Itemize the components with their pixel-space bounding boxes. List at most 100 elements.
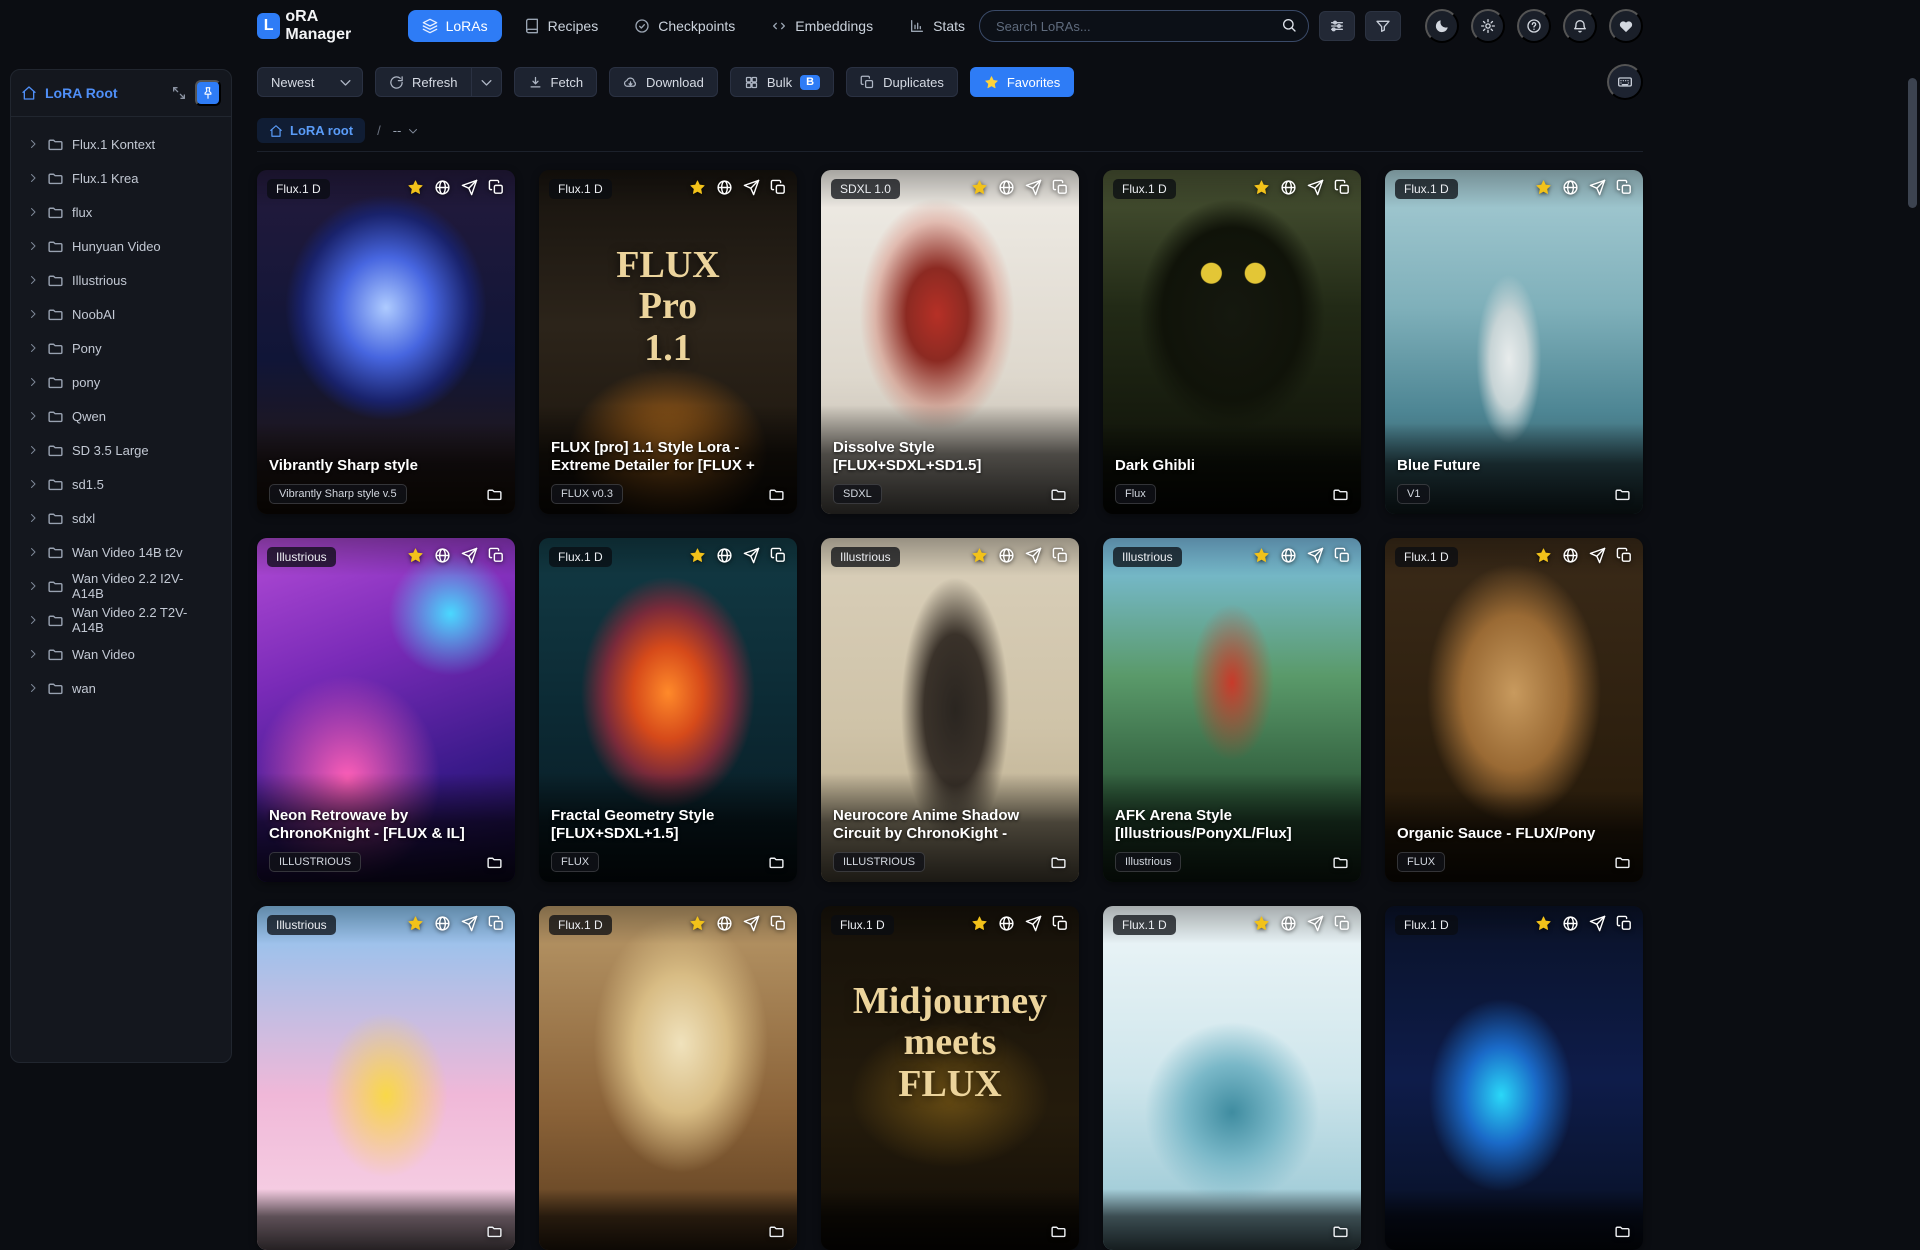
folder-icon[interactable] bbox=[768, 854, 785, 871]
folder-icon[interactable] bbox=[768, 1223, 785, 1240]
copy-icon[interactable] bbox=[1616, 179, 1633, 196]
folder-icon[interactable] bbox=[486, 854, 503, 871]
send-icon[interactable] bbox=[1589, 547, 1606, 564]
favorite-star-icon[interactable] bbox=[407, 547, 424, 564]
copy-icon[interactable] bbox=[1334, 179, 1351, 196]
lora-card[interactable]: Flux.1 D Midjourney meets FLUX bbox=[821, 906, 1079, 1250]
nav-tab-embeddings[interactable]: Embeddings bbox=[757, 10, 887, 42]
folder-icon[interactable] bbox=[1050, 1223, 1067, 1240]
lora-card[interactable]: Flux.1 D Organic Sauce - FLUX/Pony FLUX bbox=[1385, 538, 1643, 882]
favorite-star-icon[interactable] bbox=[971, 547, 988, 564]
globe-icon[interactable] bbox=[1562, 547, 1579, 564]
globe-icon[interactable] bbox=[1562, 179, 1579, 196]
sidebar-folder-item[interactable]: pony bbox=[17, 365, 225, 399]
sidebar-folder-item[interactable]: Wan Video 2.2 T2V-A14B bbox=[17, 603, 225, 637]
favorite-star-icon[interactable] bbox=[1535, 547, 1552, 564]
folder-icon[interactable] bbox=[1614, 486, 1631, 503]
sort-select[interactable]: Newest bbox=[257, 67, 363, 97]
search-input[interactable] bbox=[979, 10, 1309, 42]
lora-card[interactable]: Illustrious Neurocore Anime Shadow Circu… bbox=[821, 538, 1079, 882]
lora-card[interactable]: Flux.1 D FLUX Pro 1.1 FLUX [pro] 1.1 Sty… bbox=[539, 170, 797, 514]
page-scrollbar[interactable] bbox=[1908, 78, 1917, 208]
folder-icon[interactable] bbox=[1332, 1223, 1349, 1240]
send-icon[interactable] bbox=[461, 915, 478, 932]
settings-button[interactable] bbox=[1471, 9, 1505, 43]
sidebar-folder-item[interactable]: sd1.5 bbox=[17, 467, 225, 501]
sidebar-folder-item[interactable]: Flux.1 Krea bbox=[17, 161, 225, 195]
favorite-star-icon[interactable] bbox=[407, 179, 424, 196]
send-icon[interactable] bbox=[1307, 915, 1324, 932]
globe-icon[interactable] bbox=[1280, 915, 1297, 932]
globe-icon[interactable] bbox=[434, 547, 451, 564]
globe-icon[interactable] bbox=[434, 179, 451, 196]
keyboard-shortcuts-button[interactable] bbox=[1607, 64, 1643, 100]
favorite-star-icon[interactable] bbox=[1253, 915, 1270, 932]
copy-icon[interactable] bbox=[1616, 915, 1633, 932]
sidebar-folder-item[interactable]: flux bbox=[17, 195, 225, 229]
pin-sidebar-button[interactable] bbox=[195, 80, 221, 106]
sidebar-folder-item[interactable]: wan bbox=[17, 671, 225, 705]
folder-icon[interactable] bbox=[1332, 486, 1349, 503]
bulk-button[interactable]: Bulk B bbox=[729, 67, 835, 97]
copy-icon[interactable] bbox=[770, 915, 787, 932]
filter-sliders-button[interactable] bbox=[1319, 11, 1355, 41]
nav-tab-checkpoints[interactable]: Checkpoints bbox=[620, 10, 749, 42]
globe-icon[interactable] bbox=[716, 547, 733, 564]
folder-icon[interactable] bbox=[1050, 854, 1067, 871]
lora-card[interactable]: Illustrious AFK Arena Style [Illustrious… bbox=[1103, 538, 1361, 882]
favorite-star-icon[interactable] bbox=[407, 915, 424, 932]
copy-icon[interactable] bbox=[770, 179, 787, 196]
copy-icon[interactable] bbox=[1334, 915, 1351, 932]
copy-icon[interactable] bbox=[1334, 547, 1351, 564]
copy-icon[interactable] bbox=[1052, 915, 1069, 932]
copy-icon[interactable] bbox=[1052, 547, 1069, 564]
favorite-star-icon[interactable] bbox=[971, 179, 988, 196]
sidebar-folder-item[interactable]: Qwen bbox=[17, 399, 225, 433]
folder-icon[interactable] bbox=[1614, 1223, 1631, 1240]
sidebar-folder-item[interactable]: Illustrious bbox=[17, 263, 225, 297]
sidebar-folder-item[interactable]: sdxl bbox=[17, 501, 225, 535]
sidebar-folder-item[interactable]: Wan Video 2.2 I2V-A14B bbox=[17, 569, 225, 603]
globe-icon[interactable] bbox=[998, 915, 1015, 932]
favorites-heart-button[interactable] bbox=[1609, 9, 1643, 43]
sidebar-root-link[interactable]: LoRA Root bbox=[45, 85, 163, 101]
sidebar-folder-item[interactable]: Wan Video 14B t2v bbox=[17, 535, 225, 569]
refresh-button[interactable]: Refresh bbox=[375, 67, 472, 97]
favorite-star-icon[interactable] bbox=[689, 915, 706, 932]
globe-icon[interactable] bbox=[1280, 547, 1297, 564]
send-icon[interactable] bbox=[743, 179, 760, 196]
copy-icon[interactable] bbox=[770, 547, 787, 564]
breadcrumb-root[interactable]: LoRA root bbox=[257, 118, 366, 143]
globe-icon[interactable] bbox=[998, 547, 1015, 564]
help-button[interactable] bbox=[1517, 9, 1551, 43]
folder-icon[interactable] bbox=[768, 486, 785, 503]
lora-card[interactable]: Illustrious bbox=[257, 906, 515, 1250]
lora-card[interactable]: SDXL 1.0 Dissolve Style [FLUX+SDXL+SD1.5… bbox=[821, 170, 1079, 514]
send-icon[interactable] bbox=[1307, 547, 1324, 564]
nav-tab-stats[interactable]: Stats bbox=[895, 10, 979, 42]
send-icon[interactable] bbox=[1025, 547, 1042, 564]
favorite-star-icon[interactable] bbox=[1535, 915, 1552, 932]
folder-icon[interactable] bbox=[486, 486, 503, 503]
lora-card[interactable]: Flux.1 D bbox=[539, 906, 797, 1250]
favorite-star-icon[interactable] bbox=[1253, 179, 1270, 196]
folder-icon[interactable] bbox=[486, 1223, 503, 1240]
notifications-button[interactable] bbox=[1563, 9, 1597, 43]
sidebar-folder-item[interactable]: Wan Video bbox=[17, 637, 225, 671]
favorites-filter-button[interactable]: Favorites bbox=[969, 67, 1075, 97]
send-icon[interactable] bbox=[743, 915, 760, 932]
favorite-star-icon[interactable] bbox=[971, 915, 988, 932]
nav-tab-recipes[interactable]: Recipes bbox=[510, 10, 613, 42]
send-icon[interactable] bbox=[1589, 179, 1606, 196]
folder-icon[interactable] bbox=[1332, 854, 1349, 871]
send-icon[interactable] bbox=[1025, 179, 1042, 196]
copy-icon[interactable] bbox=[488, 179, 505, 196]
lora-card[interactable]: Flux.1 D Blue Future V1 bbox=[1385, 170, 1643, 514]
sidebar-folder-item[interactable]: SD 3.5 Large bbox=[17, 433, 225, 467]
folder-icon[interactable] bbox=[1614, 854, 1631, 871]
sidebar-folder-item[interactable]: Pony bbox=[17, 331, 225, 365]
lora-card[interactable]: Flux.1 D Fractal Geometry Style [FLUX+SD… bbox=[539, 538, 797, 882]
globe-icon[interactable] bbox=[434, 915, 451, 932]
globe-icon[interactable] bbox=[1280, 179, 1297, 196]
favorite-star-icon[interactable] bbox=[689, 547, 706, 564]
